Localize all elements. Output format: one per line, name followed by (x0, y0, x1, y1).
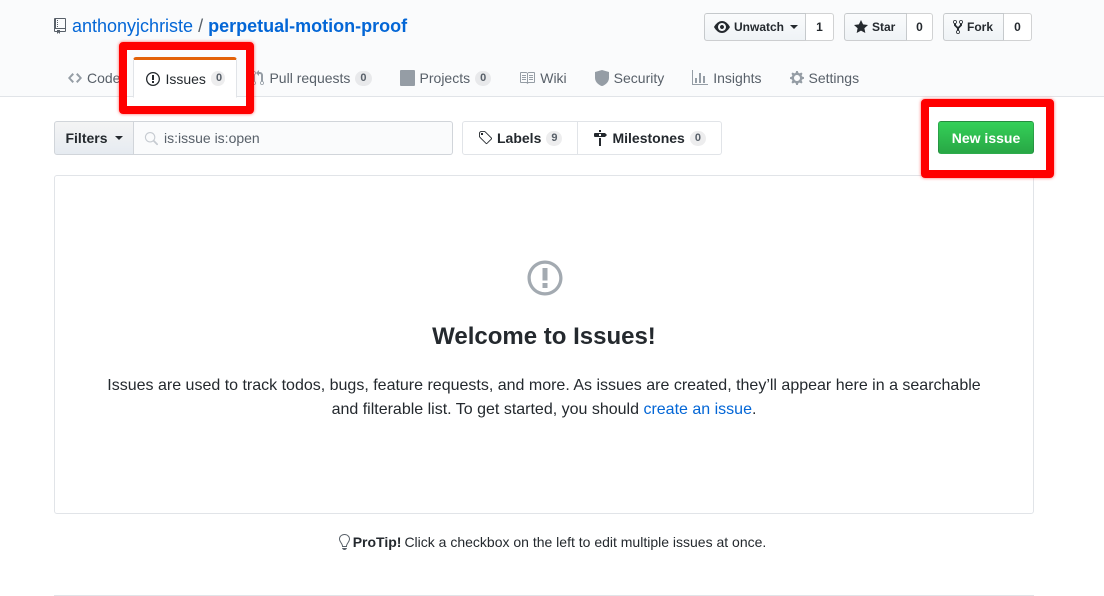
milestones-link[interactable]: Milestones 0 (578, 121, 722, 155)
tab-code[interactable]: Code (54, 57, 133, 97)
code-icon (68, 70, 82, 86)
watchers-count[interactable]: 1 (806, 13, 834, 41)
git-pull-request-icon (252, 70, 265, 86)
chevron-down-icon (114, 136, 123, 140)
eye-icon (714, 19, 730, 35)
stargazers-count[interactable]: 0 (907, 13, 933, 41)
tab-projects[interactable]: Projects 0 (386, 57, 506, 97)
project-icon (399, 70, 415, 86)
book-icon (519, 70, 536, 86)
star-icon (854, 19, 868, 35)
subnav-links: Labels 9 Milestones 0 (462, 121, 722, 155)
tab-wiki-label: Wiki (540, 70, 567, 86)
filters-button[interactable]: Filters (54, 121, 134, 155)
blankslate-title: Welcome to Issues! (432, 323, 656, 350)
tab-code-label: Code (87, 70, 121, 86)
milestones-label: Milestones (612, 130, 685, 146)
fork-group: Fork 0 (943, 13, 1032, 41)
issues-subnav: Filters Labels 9 Milestones 0 (54, 121, 722, 155)
tab-pull-requests[interactable]: Pull requests 0 (237, 57, 385, 97)
issues-blankslate: Welcome to Issues! Issues are used to tr… (54, 175, 1034, 514)
milestone-icon (593, 130, 608, 146)
star-group: Star 0 (844, 13, 933, 41)
protip: ProTip! Click a checkbox on the left to … (0, 534, 1104, 550)
gear-icon (789, 70, 804, 86)
blankslate-description: Issues are used to track todos, bugs, fe… (95, 374, 993, 422)
blankslate-text: Issues are used to track todos, bugs, fe… (107, 377, 981, 418)
tag-icon (478, 130, 492, 146)
repo-name-link[interactable]: perpetual-motion-proof (208, 16, 407, 37)
tab-security[interactable]: Security (581, 57, 679, 97)
issue-opened-icon (146, 71, 161, 87)
blankslate-text-end: . (751, 401, 757, 418)
tab-settings-label: Settings (808, 70, 860, 86)
star-button[interactable]: Star (844, 13, 907, 41)
repo-owner-link[interactable]: anthonyjchriste (72, 16, 193, 37)
star-label: Star (872, 20, 896, 34)
tab-insights[interactable]: Insights (678, 57, 775, 97)
light-bulb-icon (338, 534, 350, 550)
repo-header: anthonyjchriste / perpetual-motion-proof… (0, 0, 1104, 98)
repo-forked-icon (953, 19, 963, 35)
tab-issues[interactable]: Issues 0 (133, 57, 238, 98)
repo-separator: / (198, 15, 204, 36)
fork-label: Fork (967, 20, 994, 34)
tab-issues-label: Issues (165, 70, 206, 87)
graph-icon (692, 70, 709, 86)
issues-counter: 0 (210, 71, 225, 86)
new-issue-button[interactable]: New issue (938, 121, 1034, 154)
search-input[interactable] (134, 122, 452, 154)
tab-pull-requests-label: Pull requests (269, 70, 351, 86)
issue-opened-icon (527, 258, 563, 298)
forks-count[interactable]: 0 (1004, 13, 1032, 41)
repo-icon (54, 18, 66, 34)
tab-wiki[interactable]: Wiki (505, 57, 580, 97)
tab-settings[interactable]: Settings (776, 57, 874, 97)
tab-insights-label: Insights (713, 70, 762, 86)
tab-security-label: Security (613, 70, 665, 86)
unwatch-label: Unwatch (734, 20, 785, 34)
tab-projects-label: Projects (419, 70, 471, 86)
create-issue-link[interactable]: create an issue (643, 401, 752, 418)
milestones-counter: 0 (689, 130, 706, 146)
issues-search (134, 121, 453, 155)
watch-group: Unwatch 1 (704, 13, 834, 41)
labels-counter: 9 (546, 130, 563, 146)
labels-label: Labels (497, 130, 542, 146)
chevron-down-icon (790, 25, 799, 29)
repo-title: anthonyjchriste / perpetual-motion-proof (54, 14, 407, 38)
repo-actions: Unwatch 1 Star 0 Fork 0 (704, 13, 1032, 41)
filters-label: Filters (65, 130, 108, 146)
protip-text: Click a checkbox on the left to edit mul… (404, 534, 767, 550)
unwatch-button[interactable]: Unwatch (704, 13, 806, 41)
fork-button[interactable]: Fork (943, 13, 1004, 41)
repo-nav: Code Issues 0 Pull requests 0 Projects 0 (54, 56, 874, 98)
shield-icon (594, 70, 609, 86)
projects-counter: 0 (475, 70, 492, 86)
pull-requests-counter: 0 (355, 70, 372, 86)
labels-link[interactable]: Labels 9 (462, 121, 579, 155)
protip-label: ProTip! (352, 534, 402, 550)
